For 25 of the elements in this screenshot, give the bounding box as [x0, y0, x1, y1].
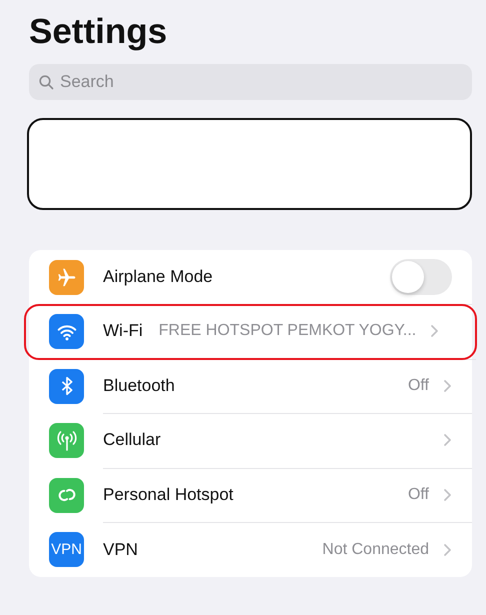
vpn-icon: VPN: [49, 532, 84, 568]
settings-row[interactable]: Personal Hotspot Off: [29, 468, 472, 522]
settings-row[interactable]: Bluetooth Off: [29, 359, 472, 414]
row-label: VPN: [103, 540, 138, 560]
row-value: Not Connected: [322, 540, 429, 559]
search-field[interactable]: Search: [29, 64, 472, 100]
row-label: Bluetooth: [103, 376, 175, 396]
settings-row[interactable]: VPN VPN Not Connected: [29, 522, 472, 577]
settings-row[interactable]: Cellular: [29, 414, 472, 468]
chevron-icon: [443, 378, 452, 393]
row-value: FREE HOTSPOT PEMKOT YOGY...: [158, 322, 416, 340]
row-label: Cellular: [103, 430, 161, 450]
chevron-icon: [430, 324, 440, 338]
toggle-switch[interactable]: [390, 258, 452, 295]
settings-row[interactable]: Airplane Mode: [29, 250, 472, 304]
row-value: Off: [408, 376, 429, 395]
page-title: Settings: [29, 12, 168, 52]
row-label: Personal Hotspot: [103, 484, 234, 505]
chevron-icon: [443, 433, 452, 448]
chevron-icon: [443, 542, 452, 557]
row-label: Wi-Fi: [103, 321, 143, 342]
chevron-icon: [443, 488, 452, 502]
row-value: Off: [408, 486, 429, 504]
highlighted-row[interactable]: Wi-Fi FREE HOTSPOT PEMKOT YOGY...: [25, 304, 476, 359]
row-label: Airplane Mode: [103, 266, 213, 287]
